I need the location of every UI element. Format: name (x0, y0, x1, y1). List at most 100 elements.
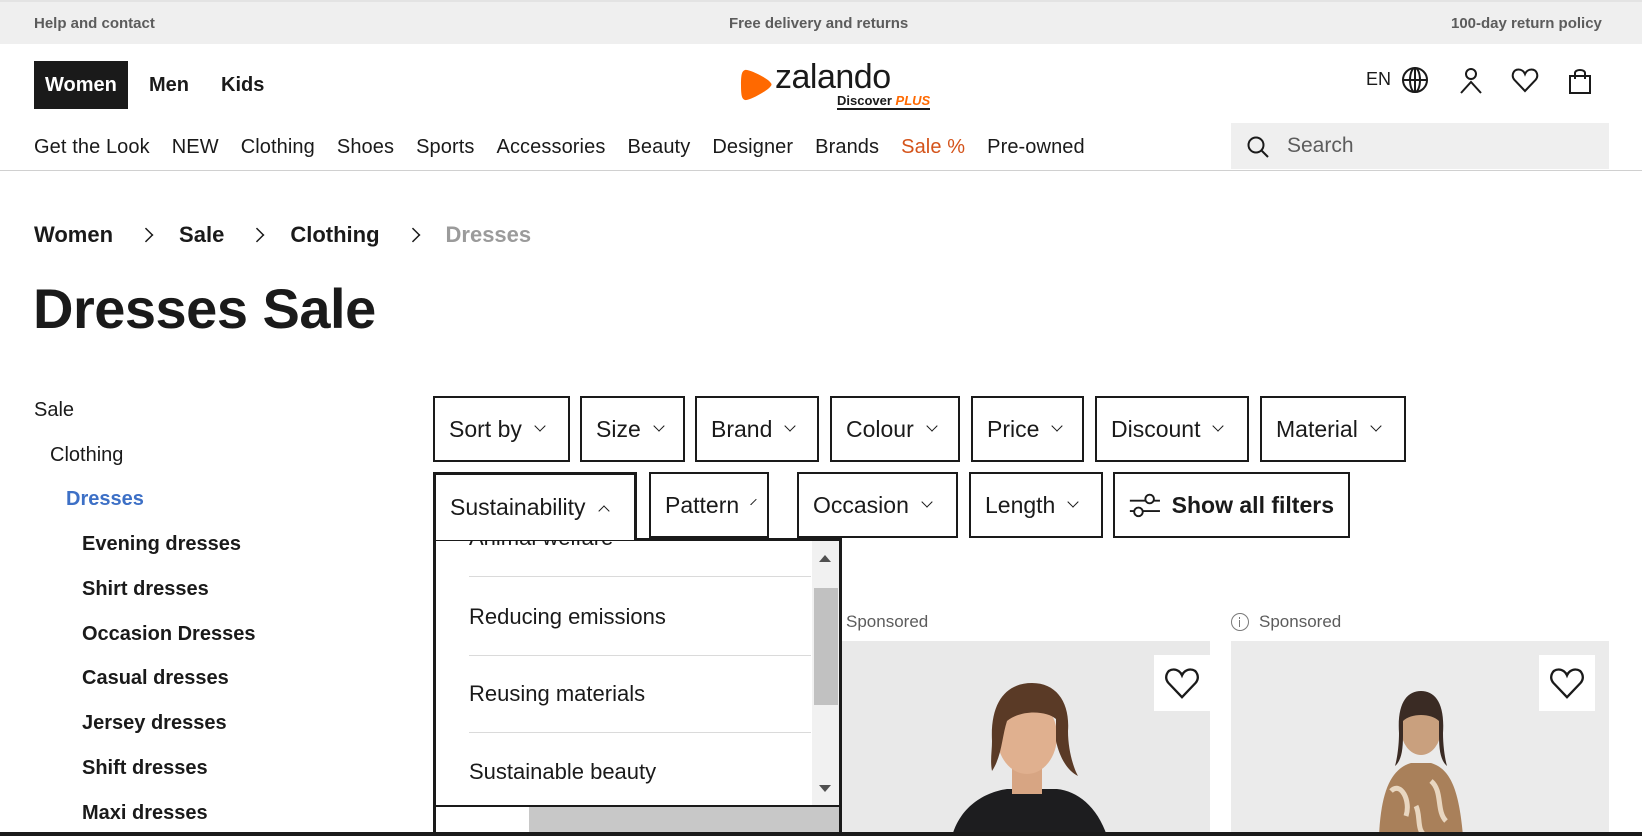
filter-label: Colour (846, 415, 914, 442)
breadcrumb-women[interactable]: Women (34, 222, 113, 248)
sidebar-item-clothing[interactable]: Clothing (50, 444, 123, 467)
search-box[interactable] (1231, 123, 1609, 169)
category-nav: Get the Look NEW Clothing Shoes Sports A… (34, 136, 1107, 159)
filter-size[interactable]: Size (580, 396, 685, 462)
nav-get-the-look[interactable]: Get the Look (34, 136, 150, 159)
sidebar-item-shirt-dresses[interactable]: Shirt dresses (82, 578, 209, 601)
option-animal-welfare[interactable]: Animal welfare (469, 541, 811, 577)
sidebar-item-jersey-dresses[interactable]: Jersey dresses (82, 712, 227, 735)
chevron-down-icon (1370, 420, 1382, 432)
filter-label: Brand (711, 415, 773, 442)
page-title: Dresses Sale (33, 277, 376, 340)
filter-label: Sort by (449, 415, 522, 442)
nav-new[interactable]: NEW (172, 136, 219, 159)
user-icon[interactable] (1457, 66, 1485, 94)
scroll-down-arrow-icon[interactable] (819, 785, 831, 792)
gender-tab-kids[interactable]: Kids (221, 61, 264, 109)
filter-label: Pattern (665, 491, 740, 518)
filter-label: Price (987, 415, 1040, 442)
filter-label: Discount (1111, 415, 1201, 442)
chevron-down-icon (784, 420, 797, 432)
filter-brand[interactable]: Brand (695, 396, 819, 462)
free-delivery-notice[interactable]: Free delivery and returns (729, 15, 908, 32)
sustainability-dropdown: Animal welfare Reducing emissions Reusin… (433, 538, 842, 836)
option-reusing-materials[interactable]: Reusing materials (469, 656, 811, 733)
sponsored-text: Sponsored (846, 612, 929, 631)
option-sustainable-beauty[interactable]: Sustainable beauty (469, 733, 811, 805)
sidebar-item-casual-dresses[interactable]: Casual dresses (82, 667, 229, 690)
nav-shoes[interactable]: Shoes (337, 136, 394, 159)
nav-designer[interactable]: Designer (712, 136, 793, 159)
chevron-down-icon (1051, 420, 1064, 432)
chevron-down-icon (1067, 496, 1080, 508)
zalando-logo-mark-icon (741, 69, 772, 101)
sidebar-item-shift-dresses[interactable]: Shift dresses (82, 757, 208, 780)
scroll-up-arrow-icon[interactable] (819, 555, 831, 562)
filter-sustainability[interactable]: Sustainability (433, 472, 637, 540)
option-reducing-emissions[interactable]: Reducing emissions (469, 579, 811, 656)
sidebar-item-occasion-dresses[interactable]: Occasion Dresses (82, 623, 255, 646)
gender-tab-men[interactable]: Men (149, 61, 189, 109)
product-image[interactable] (842, 641, 1210, 836)
logo-wordmark: zalando (775, 58, 891, 96)
nav-beauty[interactable]: Beauty (627, 136, 690, 159)
filter-material[interactable]: Material (1260, 396, 1406, 462)
chevron-down-icon (1212, 420, 1225, 432)
dropdown-scrollbar[interactable] (812, 541, 839, 805)
breadcrumb-clothing[interactable]: Clothing (290, 222, 379, 248)
nav-sports[interactable]: Sports (416, 136, 474, 159)
breadcrumb-sale[interactable]: Sale (179, 222, 224, 248)
nav-brands[interactable]: Brands (815, 136, 879, 159)
filter-label: Size (596, 415, 641, 442)
language-label[interactable]: EN (1366, 69, 1391, 90)
show-all-filters-button[interactable]: Show all filters (1113, 472, 1350, 538)
filter-sort-by[interactable]: Sort by (433, 396, 570, 462)
filter-occasion[interactable]: Occasion (797, 472, 958, 538)
header-divider (0, 170, 1642, 171)
heart-icon (1165, 668, 1199, 699)
globe-icon[interactable] (1401, 66, 1429, 94)
filter-pattern[interactable]: Pattern (649, 472, 769, 538)
sidebar-item-dresses[interactable]: Dresses (66, 488, 144, 511)
sponsored-label[interactable]: Sponsored (1231, 612, 1341, 632)
add-to-wishlist-button[interactable] (1539, 655, 1595, 711)
bottom-edge-bar (0, 832, 1642, 836)
return-policy-notice[interactable]: 100-day return policy (1451, 15, 1602, 32)
help-and-contact-link[interactable]: Help and contact (34, 15, 155, 32)
chevron-right-icon (249, 227, 265, 243)
nav-pre-owned[interactable]: Pre-owned (987, 136, 1085, 159)
discover-text: Discover (837, 93, 892, 108)
gender-tab-women[interactable]: Women (34, 61, 128, 109)
chevron-right-icon (405, 227, 420, 243)
zalando-logo[interactable]: zalando Discover PLUS (740, 58, 940, 114)
chevron-down-icon (534, 420, 546, 432)
sidebar-item-sale[interactable]: Sale (34, 399, 74, 422)
chevron-right-icon (138, 227, 154, 243)
chevron-down-icon (653, 420, 665, 432)
shopping-bag-icon[interactable] (1566, 66, 1594, 94)
sidebar-item-maxi-dresses[interactable]: Maxi dresses (82, 802, 208, 825)
nav-clothing[interactable]: Clothing (241, 136, 315, 159)
product-image[interactable] (1231, 641, 1609, 836)
add-to-wishlist-button[interactable] (1154, 655, 1210, 711)
nav-accessories[interactable]: Accessories (497, 136, 606, 159)
filter-label: Sustainability (450, 494, 586, 520)
search-icon (1247, 136, 1269, 158)
wishlist-heart-icon[interactable] (1511, 66, 1539, 94)
discover-plus-label: Discover PLUS (837, 93, 931, 110)
filter-price[interactable]: Price (971, 396, 1084, 462)
filter-colour[interactable]: Colour (830, 396, 960, 462)
search-input[interactable] (1287, 123, 1587, 169)
show-all-filters-label: Show all filters (1171, 491, 1334, 518)
plus-text: PLUS (895, 93, 931, 108)
filter-discount[interactable]: Discount (1095, 396, 1249, 462)
heart-icon (1550, 668, 1584, 699)
scrollbar-thumb[interactable] (814, 588, 838, 705)
sidebar-item-evening-dresses[interactable]: Evening dresses (82, 533, 241, 556)
filter-label: Occasion (813, 491, 909, 518)
filter-length[interactable]: Length (969, 472, 1103, 538)
filter-label: Material (1276, 415, 1358, 442)
sustainability-options-list: Animal welfare Reducing emissions Reusin… (436, 541, 813, 805)
info-icon (1231, 613, 1249, 631)
nav-sale[interactable]: Sale % (901, 136, 965, 159)
